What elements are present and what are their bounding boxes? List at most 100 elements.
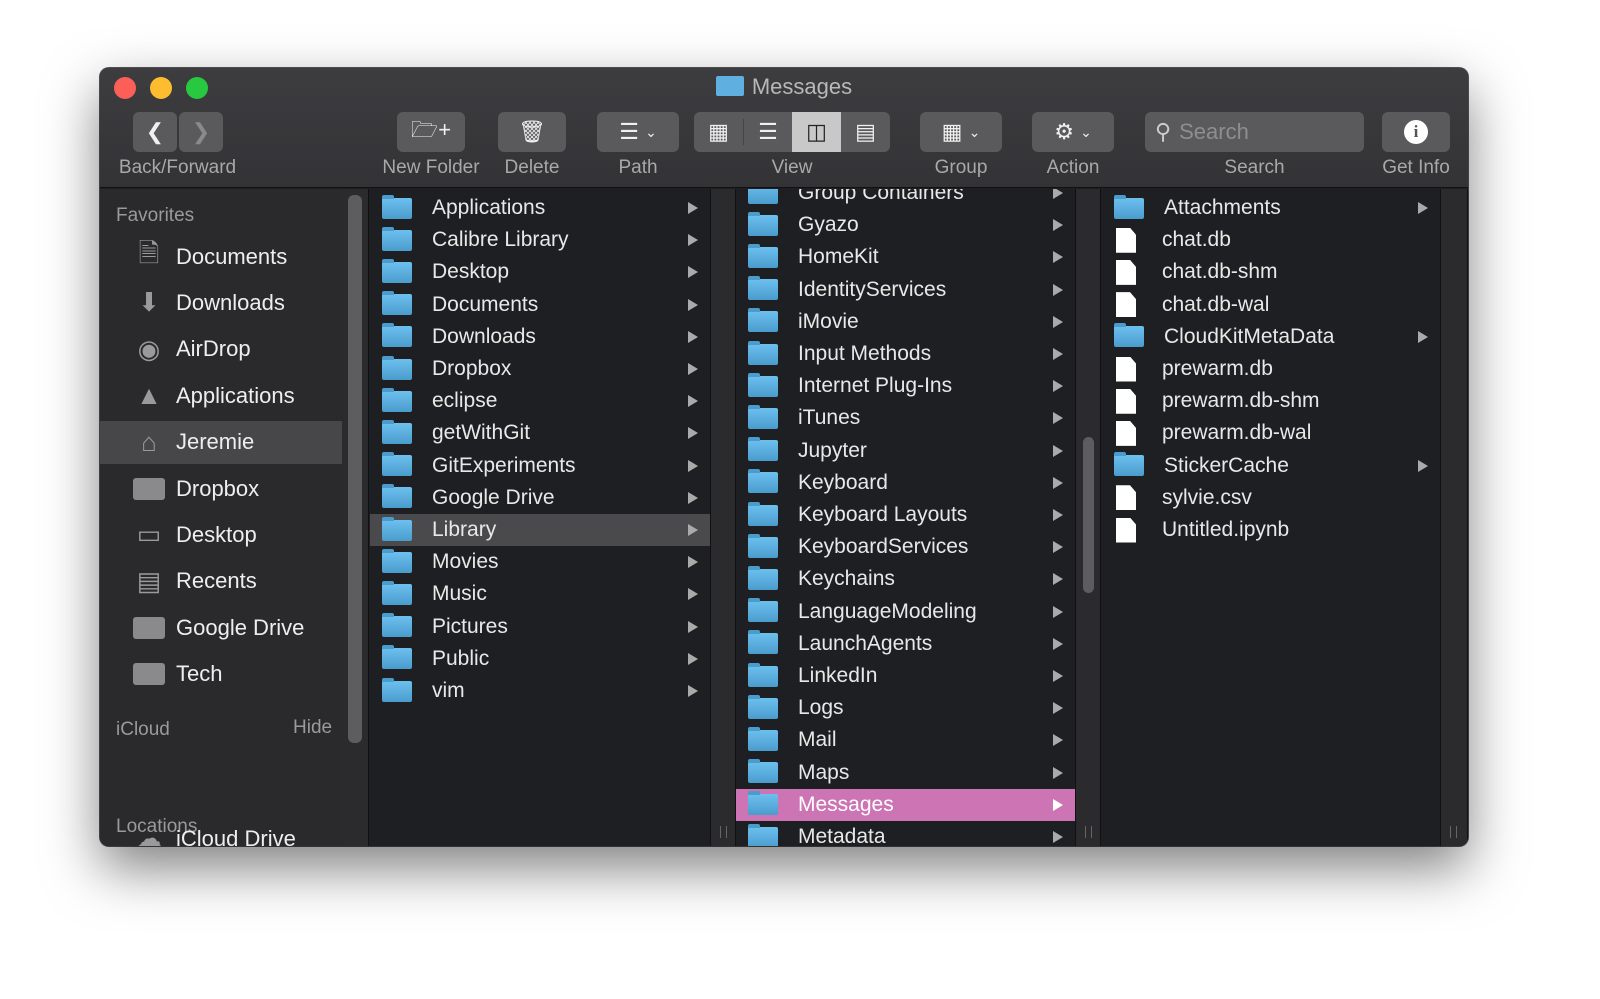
back-button[interactable]: ❮	[133, 112, 177, 152]
search-input[interactable]: Search	[1179, 119, 1249, 145]
folder-row[interactable]: Internet Plug-Ins	[736, 370, 1075, 402]
folder-row[interactable]: Group Containers	[736, 189, 1075, 209]
disclosure-arrow-icon	[1053, 251, 1063, 264]
folder-row[interactable]: LinkedIn	[736, 660, 1075, 692]
folder-row[interactable]: eclipse	[370, 385, 710, 417]
disclosure-arrow-icon	[1053, 476, 1063, 489]
item-name: StickerCache	[1164, 453, 1289, 477]
file-row[interactable]: chat.db-shm	[1102, 256, 1440, 288]
folder-row[interactable]: Public	[370, 643, 710, 675]
sidebar-item-jeremie[interactable]: ⌂ Jeremie	[100, 420, 342, 464]
file-icon	[1116, 292, 1136, 318]
column-scrollbar[interactable]	[1075, 189, 1101, 846]
folder-row[interactable]: KeyboardServices	[736, 531, 1075, 563]
file-row[interactable]: prewarm.db	[1102, 353, 1440, 385]
window-title-text: Messages	[751, 74, 853, 99]
item-name: chat.db-wal	[1162, 292, 1270, 316]
disclosure-arrow-icon	[688, 524, 698, 536]
folder-row[interactable]: Dropbox	[370, 353, 710, 385]
search-field[interactable]: ⚲ Search	[1145, 112, 1364, 152]
folder-row[interactable]: Messages	[736, 788, 1075, 821]
file-row[interactable]: prewarm.db-shm	[1102, 385, 1440, 417]
forward-button[interactable]: ❯	[179, 112, 223, 152]
folder-row[interactable]: Logs	[736, 692, 1075, 724]
folder-row[interactable]: Keyboard Layouts	[736, 499, 1075, 531]
folder-row[interactable]: Documents	[370, 289, 710, 321]
sidebar-item-recents[interactable]: ▤ Recents	[100, 560, 342, 603]
action-button[interactable]: ⚙ ⌄	[1032, 112, 1114, 152]
sidebar-item-applications[interactable]: ▲ Applications	[100, 374, 342, 417]
list-view-button[interactable]: ☰	[743, 119, 792, 145]
delete-button[interactable]: 🗑	[498, 112, 566, 152]
file-row[interactable]: sylvie.csv	[1102, 482, 1440, 514]
folder-row[interactable]: Library	[370, 514, 710, 546]
sidebar-scrollbar[interactable]	[342, 189, 369, 846]
file-icon	[1116, 259, 1136, 285]
group-button[interactable]: ▦ ⌄	[920, 112, 1002, 152]
file-row[interactable]: chat.db-wal	[1102, 289, 1440, 321]
sidebar-item-downloads[interactable]: ⬇ Downloads	[100, 281, 342, 324]
folder-row[interactable]: Downloads	[370, 321, 710, 353]
folder-row[interactable]: IdentityServices	[736, 274, 1075, 306]
sidebar-item-desktop[interactable]: ▭ Desktop	[100, 513, 342, 556]
file-row[interactable]: chat.db	[1102, 224, 1440, 256]
folder-row[interactable]: Pictures	[370, 611, 710, 643]
folder-row[interactable]: Input Methods	[736, 338, 1075, 370]
file-icon	[1116, 420, 1136, 446]
icon-view-button[interactable]: ▦	[694, 119, 743, 145]
folder-row[interactable]: Maps	[736, 757, 1075, 789]
folder-icon	[748, 533, 778, 558]
sidebar-item-google-drive[interactable]: Google Drive	[100, 606, 342, 649]
folder-row[interactable]: HomeKit	[736, 241, 1075, 273]
folder-row[interactable]: CloudKitMetaData	[1102, 321, 1440, 353]
path-button[interactable]: ☰ ⌄	[597, 112, 679, 152]
documents-icon: 🗎	[138, 237, 160, 268]
folder-row[interactable]: iTunes	[736, 402, 1075, 434]
folder-icon	[748, 823, 778, 846]
folder-row[interactable]: Calibre Library	[370, 224, 710, 256]
folder-row[interactable]: GitExperiments	[370, 450, 710, 482]
folder-row[interactable]: Attachments	[1102, 192, 1440, 224]
sidebar-item-airdrop[interactable]: ◉ AirDrop	[100, 328, 342, 371]
view-label: View	[771, 157, 813, 178]
folder-row[interactable]: Keyboard	[736, 467, 1075, 499]
folder-row[interactable]: Jupyter	[736, 435, 1075, 467]
folder-row[interactable]: LanguageModeling	[736, 596, 1075, 628]
folder-icon	[748, 469, 778, 494]
folder-row[interactable]: LaunchAgents	[736, 628, 1075, 660]
folder-row[interactable]: Desktop	[370, 256, 710, 288]
sidebar-item-dropbox[interactable]: Dropbox	[100, 467, 342, 510]
folder-row[interactable]: StickerCache	[1102, 450, 1440, 482]
column-messages: Attachments chat.db chat.db-shm chat.db-wal…	[1102, 189, 1440, 846]
file-row[interactable]: prewarm.db-wal	[1102, 417, 1440, 449]
get-info-button[interactable]: i	[1382, 112, 1450, 152]
sidebar-item-icloud-drive[interactable]: ☁ iCloud Drive	[100, 817, 342, 846]
new-folder-button[interactable]: 🗁+	[397, 112, 465, 152]
sidebar-item-tech[interactable]: Tech	[100, 653, 342, 696]
folder-row[interactable]: Keychains	[736, 563, 1075, 595]
folder-row[interactable]: Metadata	[736, 821, 1075, 846]
sidebar-item-documents[interactable]: 🗎 Documents	[100, 235, 342, 278]
folder-row[interactable]: Music	[370, 578, 710, 610]
folder-row[interactable]: vim	[370, 675, 710, 707]
column-resize-handle[interactable]	[1440, 189, 1468, 846]
item-name: Documents	[432, 292, 539, 316]
disclosure-arrow-icon	[1053, 670, 1063, 682]
disclosure-arrow-icon	[688, 459, 698, 472]
file-row[interactable]: Untitled.ipynb	[1102, 514, 1440, 546]
sidebar-scroll-thumb[interactable]	[348, 195, 362, 743]
folder-row[interactable]: Applications	[370, 192, 710, 224]
folder-row[interactable]: iMovie	[736, 306, 1075, 338]
column-view-button[interactable]: ◫	[792, 112, 841, 152]
item-name: Messages	[798, 792, 894, 816]
folder-row[interactable]: Movies	[370, 546, 710, 578]
folder-icon	[748, 211, 778, 236]
column-scroll-thumb[interactable]	[1083, 437, 1094, 593]
folder-row[interactable]: Mail	[736, 724, 1075, 756]
gallery-view-button[interactable]: ▤	[841, 119, 890, 145]
folder-row[interactable]: getWithGit	[370, 417, 710, 449]
folder-row[interactable]: Gyazo	[736, 209, 1075, 241]
folder-row[interactable]: Google Drive	[370, 482, 710, 514]
hide-icloud-button[interactable]: Hide	[293, 717, 332, 739]
column-resize-handle[interactable]	[710, 189, 736, 846]
